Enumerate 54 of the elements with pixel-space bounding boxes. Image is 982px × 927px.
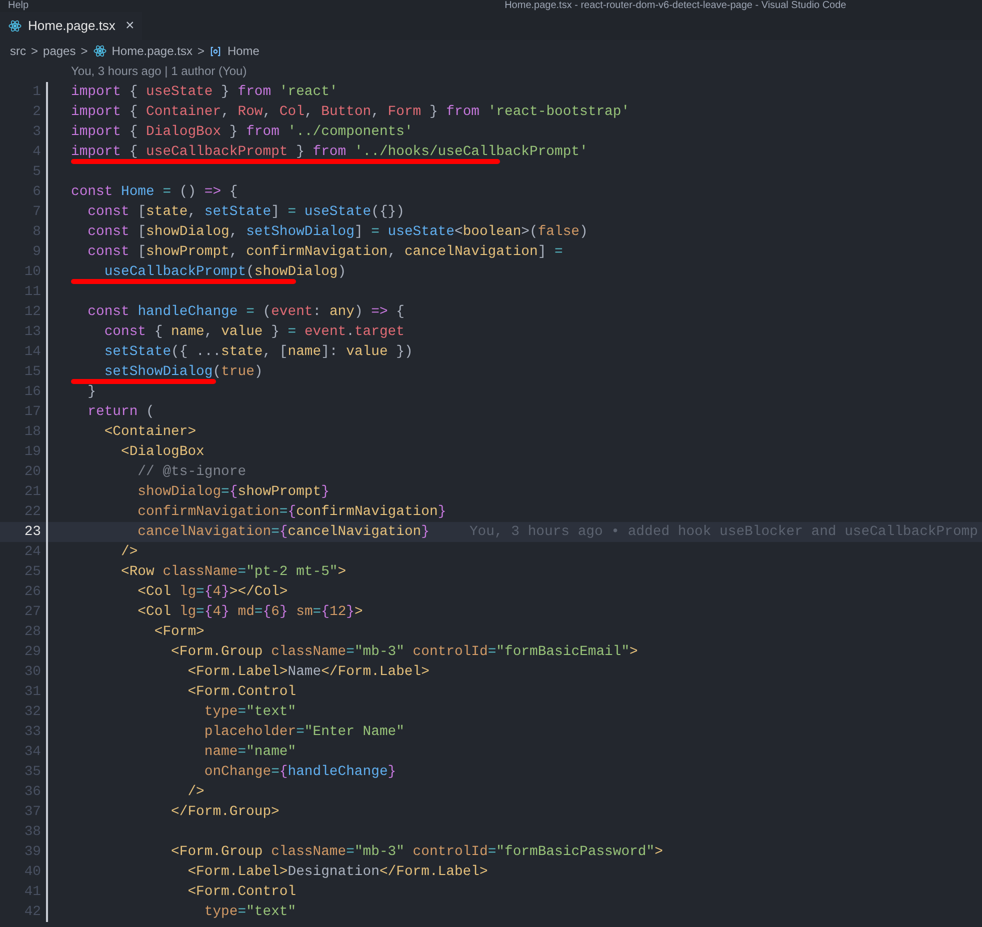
breadcrumb-item[interactable]: src — [10, 42, 26, 60]
code-line: type="text" — [203, 902, 296, 922]
code-line: } — [86, 382, 96, 402]
code-line: return ( — [86, 402, 154, 422]
code-line: <Form.Label>Name</Form.Label> — [186, 662, 430, 682]
codelens-text[interactable]: You, 3 hours ago | 1 author (You) — [71, 62, 247, 80]
symbol-icon — [209, 44, 222, 58]
code-line: <DialogBox — [120, 442, 204, 462]
code-line: cancelNavigation={cancelNavigation} — [136, 522, 430, 542]
code-line: const Home = () => { — [71, 182, 238, 202]
line-number: 23 — [23, 522, 41, 542]
code-line: const [state, setState] = useState({}) — [86, 202, 404, 222]
code-line: <Col lg={4}></Col> — [136, 582, 288, 602]
code-line: const [showDialog, setShowDialog] = useState<boolean>(false) — [86, 222, 588, 242]
breadcrumb-separator: > — [31, 43, 38, 60]
code-line: // @ts-ignore — [136, 462, 246, 482]
code-line: const [showPrompt, confirmNavigation, cancelNavigation] = — [86, 242, 563, 262]
breadcrumb-separator: > — [197, 43, 204, 60]
code-line: const handleChange = (event: any) => { — [86, 302, 404, 322]
code-line: <Row className="pt-2 mt-5"> — [120, 562, 346, 582]
breadcrumb-separator: > — [80, 43, 88, 60]
code-line: <Container> — [103, 422, 196, 442]
code-line: setShowDialog(true) — [103, 362, 263, 382]
code-line: placeholder="Enter Name" — [203, 722, 404, 742]
breadcrumb-item[interactable]: Home — [227, 42, 260, 60]
code-line: <Form.Control — [186, 682, 296, 702]
react-file-icon — [92, 44, 107, 58]
react-file-icon — [8, 19, 22, 33]
code-line: name="name" — [203, 742, 296, 762]
code-line: showDialog={showPrompt} — [136, 482, 330, 502]
window-title: Home.page.tsx - react-router-dom-v6-detect-leave-page - Visual Studio Code — [504, 0, 846, 12]
code-line: import { DialogBox } from '../components' — [71, 122, 413, 142]
code-line: setState({ ...state, [name]: value }) — [103, 342, 413, 362]
code-line: onChange={handleChange} — [203, 762, 396, 782]
code-line: /> — [120, 542, 138, 562]
code-line: </Form.Group> — [170, 802, 280, 822]
code-line: confirmNavigation={confirmNavigation} — [136, 502, 446, 522]
code-line: import { Container, Row, Col, Button, Form } from 'react-bootstrap' — [71, 102, 630, 122]
close-icon[interactable]: × — [125, 14, 134, 38]
code-line: <Form.Group className="mb-3" controlId="formBasicPassword"> — [170, 842, 663, 862]
code-line: import { useState } from 'react' — [71, 82, 338, 102]
code-line: const { name, value } = event.target — [103, 322, 404, 342]
code-line: type="text" — [203, 702, 296, 722]
code-line: <Col lg={4} md={6} sm={12}> — [136, 602, 363, 622]
code-line: <Form.Label>Designation</Form.Label> — [186, 862, 488, 882]
breadcrumb-item[interactable]: Home.page.tsx — [112, 42, 192, 60]
code-line: <Form.Group className="mb-3" controlId="formBasicEmail"> — [170, 642, 638, 662]
menu-item[interactable]: Help — [0, 0, 29, 12]
breadcrumb-item[interactable]: pages — [43, 42, 76, 60]
code-line: <Form.Control — [186, 882, 296, 902]
code-line: /> — [186, 782, 204, 802]
code-line: <Form> — [153, 622, 204, 642]
code-line: import { useCallbackPrompt } from '../hooks/useCallbackPrompt' — [71, 142, 588, 162]
code-line: useCallbackPrompt(showDialog) — [103, 262, 346, 282]
